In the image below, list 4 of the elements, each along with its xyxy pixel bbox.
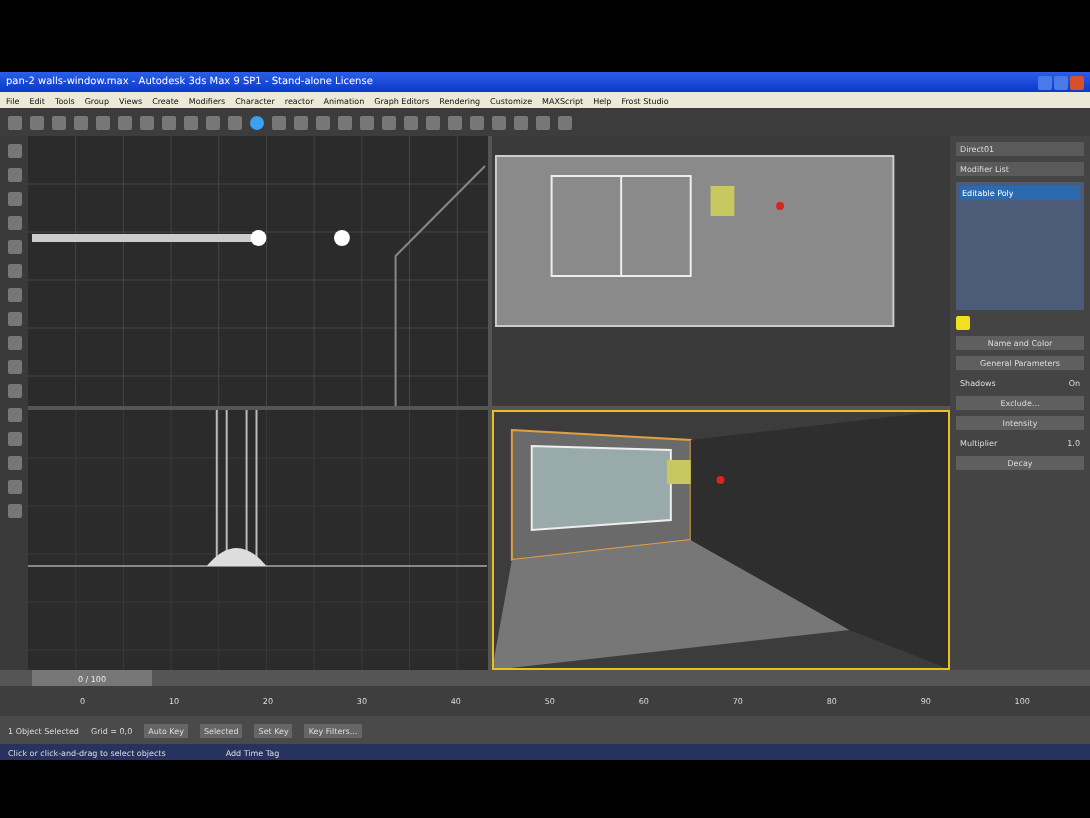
- maximize-button[interactable]: [1054, 75, 1068, 89]
- close-button[interactable]: [1070, 75, 1084, 89]
- minimize-button[interactable]: [1038, 75, 1052, 89]
- color-swatch[interactable]: [956, 316, 970, 330]
